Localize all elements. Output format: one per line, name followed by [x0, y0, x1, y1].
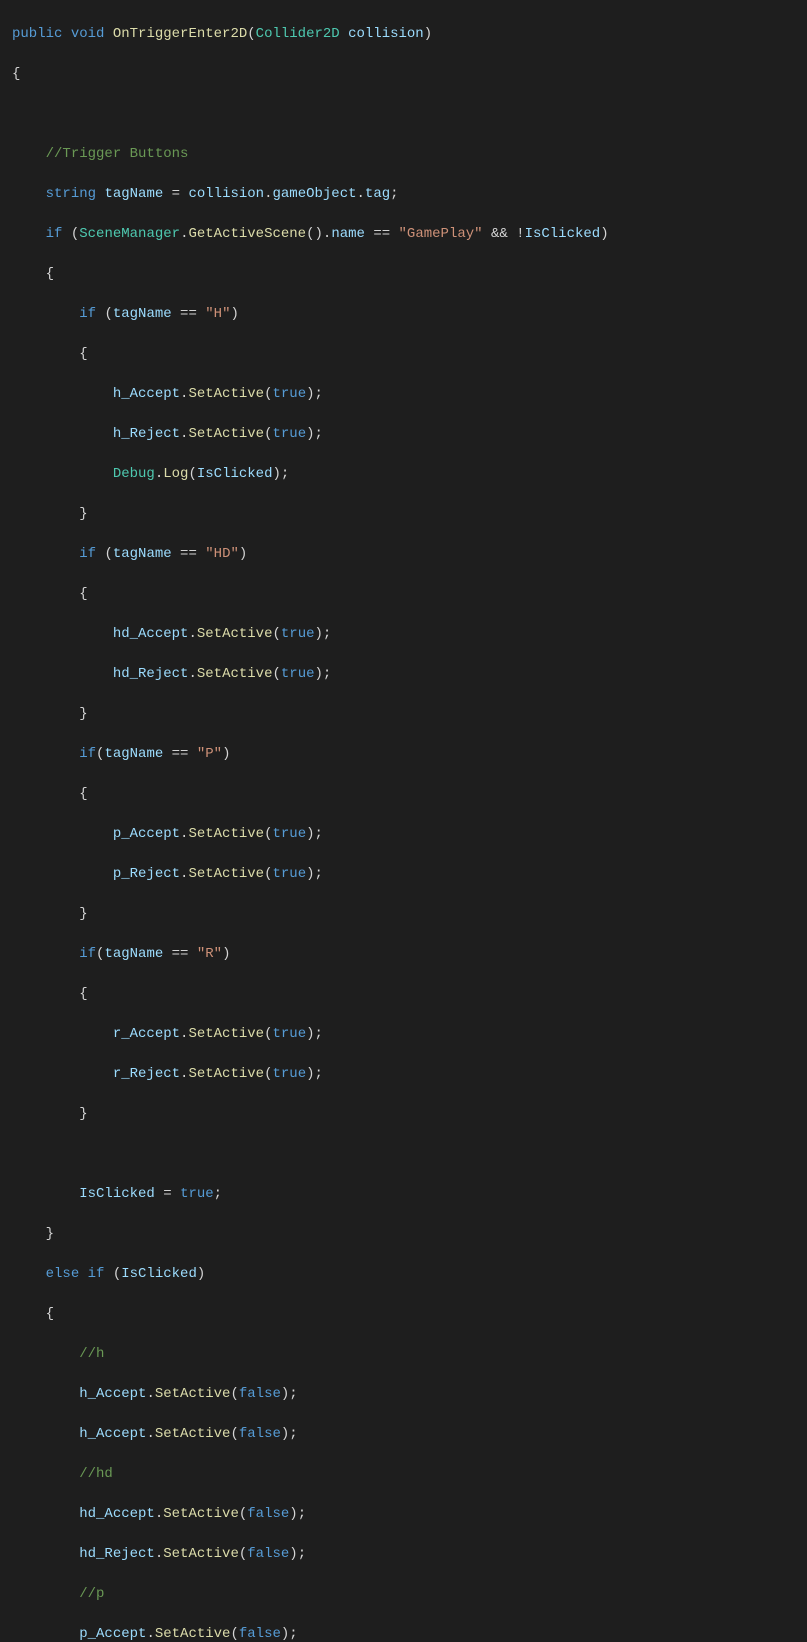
code-line: //h	[4, 1344, 807, 1364]
code-line: r_Reject.SetActive(true);	[4, 1064, 807, 1084]
code-line: }	[4, 904, 807, 924]
code-line: IsClicked = true;	[4, 1184, 807, 1204]
code-line: //hd	[4, 1464, 807, 1484]
code-line: if(tagName == "P")	[4, 744, 807, 764]
code-line	[4, 1144, 807, 1164]
code-line: if (tagName == "H")	[4, 304, 807, 324]
code-line: h_Accept.SetActive(false);	[4, 1384, 807, 1404]
code-line: hd_Accept.SetActive(false);	[4, 1504, 807, 1524]
keyword-void: void	[71, 26, 105, 42]
code-line: //p	[4, 1584, 807, 1604]
method-name: OnTriggerEnter2D	[113, 26, 247, 42]
code-line: h_Accept.SetActive(true);	[4, 384, 807, 404]
code-editor[interactable]: public void OnTriggerEnter2D(Collider2D …	[0, 0, 807, 1642]
code-line: {	[4, 1304, 807, 1324]
comment: //Trigger Buttons	[46, 146, 189, 162]
code-line: if(tagName == "R")	[4, 944, 807, 964]
code-line: p_Accept.SetActive(true);	[4, 824, 807, 844]
code-line: if (SceneManager.GetActiveScene().name =…	[4, 224, 807, 244]
code-line: else if (IsClicked)	[4, 1264, 807, 1284]
code-line: p_Reject.SetActive(true);	[4, 864, 807, 884]
code-line: h_Accept.SetActive(false);	[4, 1424, 807, 1444]
code-line: {	[4, 984, 807, 1004]
code-line: p_Accept.SetActive(false);	[4, 1624, 807, 1642]
code-line: {	[4, 64, 807, 84]
code-line: r_Accept.SetActive(true);	[4, 1024, 807, 1044]
type-name: Collider2D	[256, 26, 340, 42]
code-line	[4, 104, 807, 124]
code-line: {	[4, 584, 807, 604]
param-name: collision	[348, 26, 424, 42]
code-line: hd_Reject.SetActive(true);	[4, 664, 807, 684]
code-line: //Trigger Buttons	[4, 144, 807, 164]
code-line: {	[4, 264, 807, 284]
code-line: {	[4, 784, 807, 804]
code-line: if (tagName == "HD")	[4, 544, 807, 564]
code-line: string tagName = collision.gameObject.ta…	[4, 184, 807, 204]
code-line: h_Reject.SetActive(true);	[4, 424, 807, 444]
keyword-public: public	[12, 26, 62, 42]
code-line: }	[4, 504, 807, 524]
code-line: Debug.Log(IsClicked);	[4, 464, 807, 484]
code-line: }	[4, 1224, 807, 1244]
code-line: hd_Accept.SetActive(true);	[4, 624, 807, 644]
code-line: }	[4, 1104, 807, 1124]
code-line: hd_Reject.SetActive(false);	[4, 1544, 807, 1564]
code-line: {	[4, 344, 807, 364]
code-line: public void OnTriggerEnter2D(Collider2D …	[4, 24, 807, 44]
code-line: }	[4, 704, 807, 724]
